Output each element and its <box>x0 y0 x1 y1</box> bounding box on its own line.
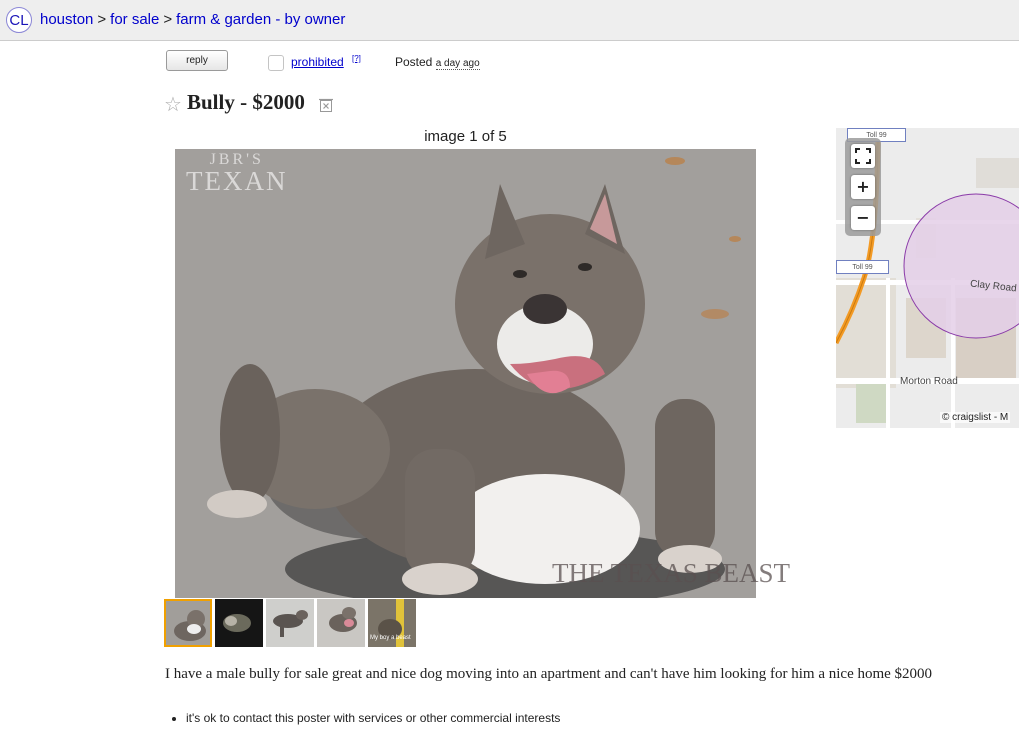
notices-list: it's ok to contact this poster with serv… <box>170 711 560 725</box>
thumbnail-caption: My boy a beast <box>370 635 411 641</box>
breadcrumb: houston > for sale > farm & garden - by owne… <box>40 11 345 28</box>
thumbnail-2[interactable] <box>215 599 263 647</box>
thumbnail-3[interactable] <box>266 599 314 647</box>
help-link[interactable]: [?] <box>352 54 361 63</box>
breadcrumb-separator: > <box>163 11 173 28</box>
breadcrumb-for-sale[interactable]: for sale <box>110 11 159 28</box>
prohibited-link[interactable]: prohibited <box>291 55 344 69</box>
posted-date: Posted a day ago <box>395 55 480 70</box>
map-label-morton-road: Morton Road <box>900 376 958 387</box>
photo-watermark-bottom: THE TEXAS BEAST <box>552 558 791 588</box>
thumbnail-5[interactable]: My boy a beast <box>368 599 416 647</box>
thumbnail-1[interactable] <box>164 599 212 647</box>
watermark-line-2: TEXAN <box>186 166 288 196</box>
posting-body: I have a male bully for sale great and n… <box>165 666 933 682</box>
posting-title: Bully - $2000 <box>187 90 305 114</box>
hide-icon[interactable] <box>319 97 333 113</box>
posted-label: Posted <box>395 55 433 69</box>
main-photo[interactable] <box>175 149 756 598</box>
breadcrumb-farm-garden[interactable]: farm & garden - by owner <box>176 11 345 28</box>
top-bar: CL houston > for sale > farm & garden - by o… <box>0 0 1019 41</box>
star-icon[interactable]: ☆ <box>164 92 182 117</box>
image-counter: image 1 of 5 <box>424 128 507 145</box>
prohibited-checkbox[interactable] <box>268 55 284 71</box>
map-credit: © craigslist - M <box>940 412 1011 423</box>
zoom-in-button[interactable]: + <box>851 175 875 199</box>
reply-button[interactable]: reply <box>166 50 228 71</box>
photo-watermark-top: JBR'S TEXAN <box>186 152 287 195</box>
map-label-toll-99-mid: Toll 99 <box>836 260 889 274</box>
breadcrumb-separator: > <box>97 11 107 28</box>
posted-time: a day ago <box>435 58 480 70</box>
thumbnail-4[interactable] <box>317 599 365 647</box>
notice-item: it's ok to contact this poster with serv… <box>186 711 560 725</box>
fullscreen-icon[interactable] <box>851 144 875 168</box>
zoom-out-button[interactable]: − <box>851 206 875 230</box>
breadcrumb-houston[interactable]: houston <box>40 11 93 28</box>
craigslist-logo[interactable]: CL <box>6 7 32 33</box>
